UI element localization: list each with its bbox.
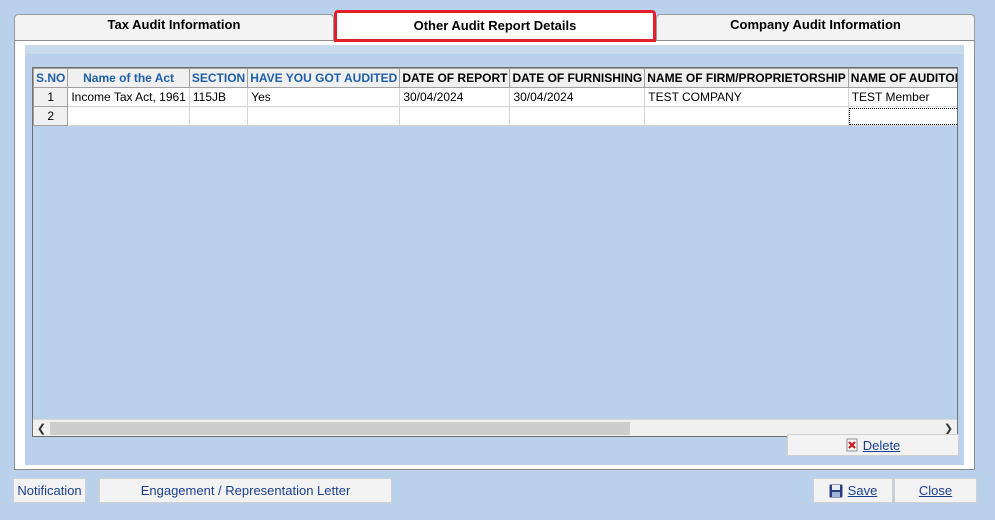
floppy-disk-icon — [829, 484, 843, 498]
delete-button[interactable]: Delete — [787, 434, 959, 456]
save-button[interactable]: Save — [813, 478, 893, 503]
table-row[interactable]: 1 Income Tax Act, 1961 115JB Yes 30/04/2… — [33, 87, 957, 107]
cell-date-of-furnishing[interactable]: 30/04/2024 — [509, 87, 646, 107]
tab-strip: Tax Audit Information Other Audit Report… — [14, 10, 975, 42]
panel-top-strip — [25, 45, 964, 54]
cell-firm[interactable]: TEST COMPANY — [644, 87, 849, 107]
cell-date-of-furnishing[interactable] — [509, 106, 646, 126]
scroll-left-icon[interactable]: ❮ — [33, 420, 50, 436]
panel-inner: S.NO Name of the Act SECTION HAVE YOU GO… — [25, 45, 964, 465]
tab-other-audit-report-details[interactable]: Other Audit Report Details — [334, 10, 656, 42]
audit-report-table: S.NO Name of the Act SECTION HAVE YOU GO… — [33, 68, 957, 126]
cell-sno[interactable]: 1 — [33, 87, 69, 107]
cell-firm[interactable] — [644, 106, 849, 126]
scrollbar-thumb[interactable] — [50, 422, 630, 435]
close-label: Close — [918, 483, 953, 498]
cell-date-of-report[interactable] — [399, 106, 511, 126]
column-header-date-of-report[interactable]: DATE OF REPORT — [399, 68, 511, 88]
cell-auditor[interactable]: TEST Member — [847, 87, 957, 107]
table-header-row: S.NO Name of the Act SECTION HAVE YOU GO… — [33, 68, 957, 88]
column-header-firm[interactable]: NAME OF FIRM/PROPRIETORSHIP — [644, 68, 849, 88]
column-header-sno[interactable]: S.NO — [33, 68, 69, 88]
column-header-act[interactable]: Name of the Act — [67, 68, 190, 88]
cell-date-of-report[interactable]: 30/04/2024 — [399, 87, 511, 107]
audit-report-grid[interactable]: S.NO Name of the Act SECTION HAVE YOU GO… — [32, 67, 958, 437]
column-header-date-of-furnishing[interactable]: DATE OF FURNISHING — [509, 68, 646, 88]
save-label: Save — [847, 483, 878, 498]
cell-section[interactable] — [188, 106, 249, 126]
cell-act[interactable] — [67, 106, 190, 126]
cell-auditor[interactable] — [847, 106, 957, 126]
delete-icon — [846, 438, 858, 452]
cell-sno[interactable]: 2 — [33, 106, 69, 126]
cell-act[interactable]: Income Tax Act, 1961 — [67, 87, 190, 107]
column-header-section[interactable]: SECTION — [188, 68, 249, 88]
column-header-auditor[interactable]: NAME OF AUDITOR — [847, 68, 957, 88]
tab-tax-audit-information[interactable]: Tax Audit Information — [14, 14, 334, 40]
cell-audited[interactable] — [247, 106, 401, 126]
delete-label: Delete — [862, 437, 901, 453]
cell-section[interactable]: 115JB — [188, 87, 249, 107]
cell-audited[interactable]: Yes — [247, 87, 401, 107]
column-header-audited[interactable]: HAVE YOU GOT AUDITED — [247, 68, 401, 88]
table-row[interactable]: 2 — [33, 106, 957, 126]
close-button[interactable]: Close — [894, 478, 977, 503]
engagement-letter-button[interactable]: Engagement / Representation Letter — [99, 478, 392, 503]
tab-company-audit-information[interactable]: Company Audit Information — [656, 14, 975, 40]
notification-button[interactable]: Notification — [13, 478, 86, 503]
tab-panel: S.NO Name of the Act SECTION HAVE YOU GO… — [14, 40, 975, 470]
